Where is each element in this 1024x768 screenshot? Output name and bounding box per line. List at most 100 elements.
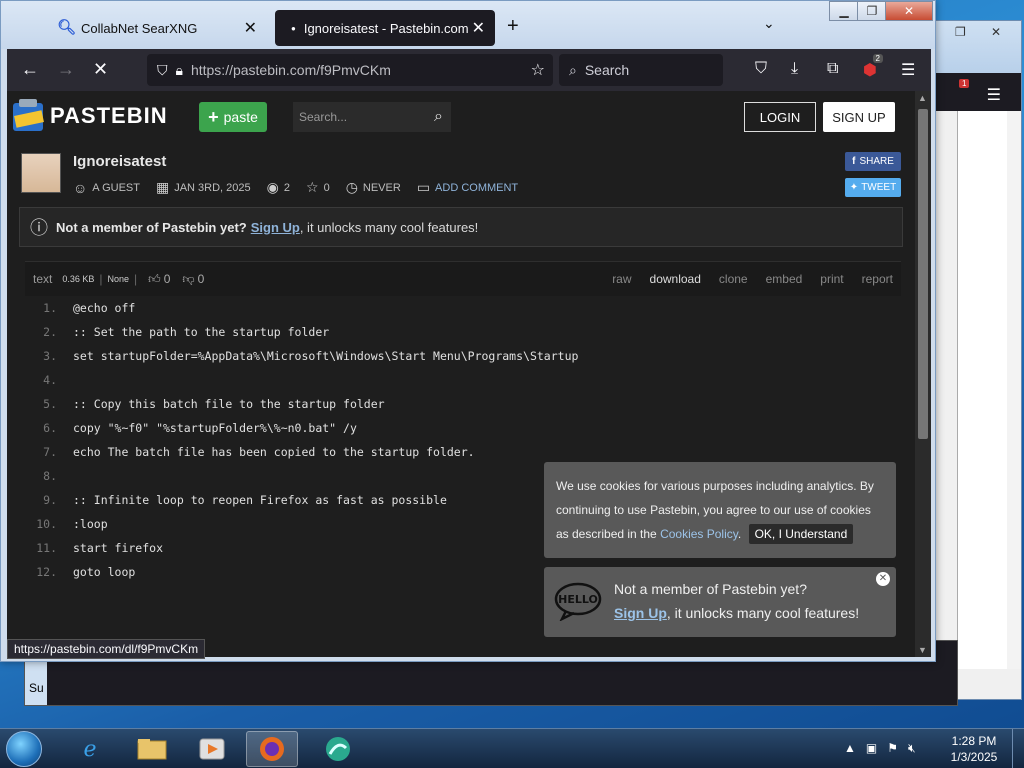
membership-notice: ⓘ Not a member of Pastebin yet? Sign Up … [19, 207, 903, 247]
download-link[interactable]: download [650, 272, 701, 286]
tab-searxng[interactable]: 🔍︎ CollabNet SearXNG ✕ [49, 10, 267, 46]
accept-cookies-button[interactable]: OK, I Understand [748, 524, 854, 544]
maximize-button[interactable]: ❐ [857, 1, 887, 21]
cookies-policy-link[interactable]: Cookies Policy [660, 527, 738, 541]
lock-icon[interactable]: 🔒︎ [176, 62, 183, 79]
background-window-toolbar: 1 ☰ [935, 73, 1021, 111]
bookmark-star-icon[interactable]: ☆ [531, 60, 545, 80]
line-number: 5. [43, 397, 57, 411]
ublock-icon[interactable]: ⬢ 2 [863, 54, 883, 80]
line-code: @echo off [73, 301, 136, 315]
like-count: 0 [163, 272, 171, 286]
signup-button[interactable]: SIGN UP [823, 102, 895, 132]
pocket-icon[interactable]: ⛉ [755, 60, 767, 78]
embed-link[interactable]: embed [766, 272, 803, 286]
login-button[interactable]: LOGIN [744, 102, 816, 132]
paste-button-label: paste [223, 109, 258, 125]
menu-icon[interactable]: ☰ [987, 85, 1001, 105]
star-count: 0 [323, 181, 330, 194]
navigation-toolbar: ← → ✕ ⛉ 🔒︎ https://pastebin.com/f9PmvCKm… [7, 49, 931, 91]
browser-search-box[interactable]: ⌕ Search [559, 54, 723, 86]
print-link[interactable]: print [820, 272, 843, 286]
clock[interactable]: 1:28 PM 1/3/2025 [944, 733, 1004, 765]
background-window-scrollbar[interactable] [1007, 111, 1021, 669]
internet-explorer-icon[interactable]: ℯ [64, 731, 116, 767]
start-button[interactable] [6, 731, 42, 767]
volume-muted-icon[interactable]: 🔇︎ [908, 741, 916, 756]
pastebin-search-input[interactable]: Search... ⌕ [293, 102, 451, 132]
chevron-down-icon[interactable]: ⌄ [763, 15, 775, 32]
pastebin-logo-text[interactable]: PASTEBIN [50, 103, 168, 129]
thumbs-down-icon[interactable]: 👎︎ [182, 272, 194, 287]
search-placeholder: Search [584, 62, 630, 78]
restore-icon[interactable]: ❐ [955, 25, 966, 39]
code-line: 3. set startupFolder=%AppData%\Microsoft\… [25, 344, 901, 368]
thumbs-up-icon[interactable]: 👍︎ [148, 272, 161, 287]
file-explorer-icon[interactable] [126, 731, 178, 767]
minimize-button[interactable]: ▁ [829, 1, 859, 21]
pastebin-logo[interactable] [11, 97, 47, 133]
line-code: echo The batch file has been copied to t… [73, 445, 475, 459]
new-tab-icon[interactable]: + [507, 15, 519, 38]
signup-link[interactable]: Sign Up [251, 220, 300, 235]
scroll-down-icon[interactable]: ▼ [918, 645, 927, 655]
extensions-icon[interactable]: ⧉ [827, 60, 838, 78]
search-icon[interactable]: ⌕ [434, 108, 443, 126]
flag-icon[interactable]: ⚑ [887, 741, 898, 756]
line-number: 4. [43, 373, 57, 387]
close-window-button[interactable]: ✕ [885, 1, 933, 21]
url-text[interactable]: https://pastebin.com/f9PmvCKm [191, 62, 391, 78]
avatar [21, 153, 61, 193]
notice-bold: Not a member of Pastebin yet? [56, 219, 247, 235]
show-desktop-button[interactable] [1012, 729, 1024, 768]
line-number: 10. [36, 517, 57, 531]
add-comment-link[interactable]: ADD COMMENT [435, 182, 518, 194]
scroll-up-icon[interactable]: ▲ [918, 93, 927, 103]
media-player-icon[interactable] [186, 731, 238, 767]
extension-badge: 2 [872, 54, 883, 63]
tweet-button[interactable]: ✦ TWEET [845, 178, 901, 197]
tab-label: CollabNet SearXNG [81, 20, 198, 36]
scrollbar-thumb[interactable] [918, 109, 928, 439]
download-icon[interactable]: ⤓ [791, 60, 798, 78]
report-link[interactable]: report [862, 272, 893, 286]
address-bar[interactable]: ⛉ 🔒︎ https://pastebin.com/f9PmvCKm ☆ [147, 54, 553, 86]
clock-time: 1:28 PM [951, 734, 997, 748]
clone-link[interactable]: clone [719, 272, 748, 286]
share-button[interactable]: f SHARE [845, 152, 901, 171]
forward-icon[interactable]: → [57, 59, 75, 79]
paste-size: 0.36 KB [62, 274, 95, 284]
cookie-text-end: . [737, 527, 742, 541]
stop-loading-icon[interactable]: ✕ [93, 59, 108, 79]
popup-line1: Not a member of Pastebin yet? [614, 581, 807, 597]
new-paste-button[interactable]: + paste [199, 102, 267, 132]
comment-icon: ▭ [416, 179, 431, 195]
popup-signup-link[interactable]: Sign Up [614, 605, 667, 621]
close-tab-icon[interactable]: ✕ [244, 18, 257, 38]
star-icon[interactable]: ☆ [306, 179, 319, 196]
author: A GUEST [92, 181, 140, 194]
background-browser-window[interactable]: ❐ ✕ 1 ☰ [934, 20, 1022, 700]
app-icon[interactable] [312, 731, 364, 767]
paste-title: Ignoreisatest [73, 153, 167, 170]
raw-link[interactable]: raw [612, 272, 631, 286]
firefox-icon[interactable] [246, 731, 298, 767]
status-link-preview: https://pastebin.com/dl/f9PmvCKm [7, 639, 206, 659]
page-content: PASTEBIN + paste Search... ⌕ LOGIN SIGN … [7, 91, 915, 657]
network-icon[interactable]: ▣ [866, 741, 877, 756]
tab-pastebin[interactable]: ● Ignoreisatest - Pastebin.com ✕ [275, 10, 495, 46]
shield-icon[interactable]: ⛉ [157, 62, 168, 79]
back-icon[interactable]: ← [21, 59, 39, 79]
cookie-banner: We use cookies for various purposes incl… [544, 462, 896, 558]
background-window-titlebar: ❐ ✕ [935, 21, 1021, 73]
close-tab-icon[interactable]: ✕ [472, 18, 485, 38]
page-scrollbar[interactable]: ▲ ▼ [915, 91, 931, 657]
show-hidden-icons[interactable]: ▲ [844, 741, 856, 756]
line-number: 8. [43, 469, 57, 483]
close-icon[interactable]: ✕ [991, 25, 1001, 39]
close-icon[interactable]: ✕ [876, 572, 890, 586]
syntax-language[interactable]: text [33, 272, 52, 286]
line-number: 6. [43, 421, 57, 435]
tab-strip: 🔍︎ CollabNet SearXNG ✕ ● Ignoreisatest -… [1, 1, 935, 49]
menu-icon[interactable]: ☰ [901, 60, 915, 80]
